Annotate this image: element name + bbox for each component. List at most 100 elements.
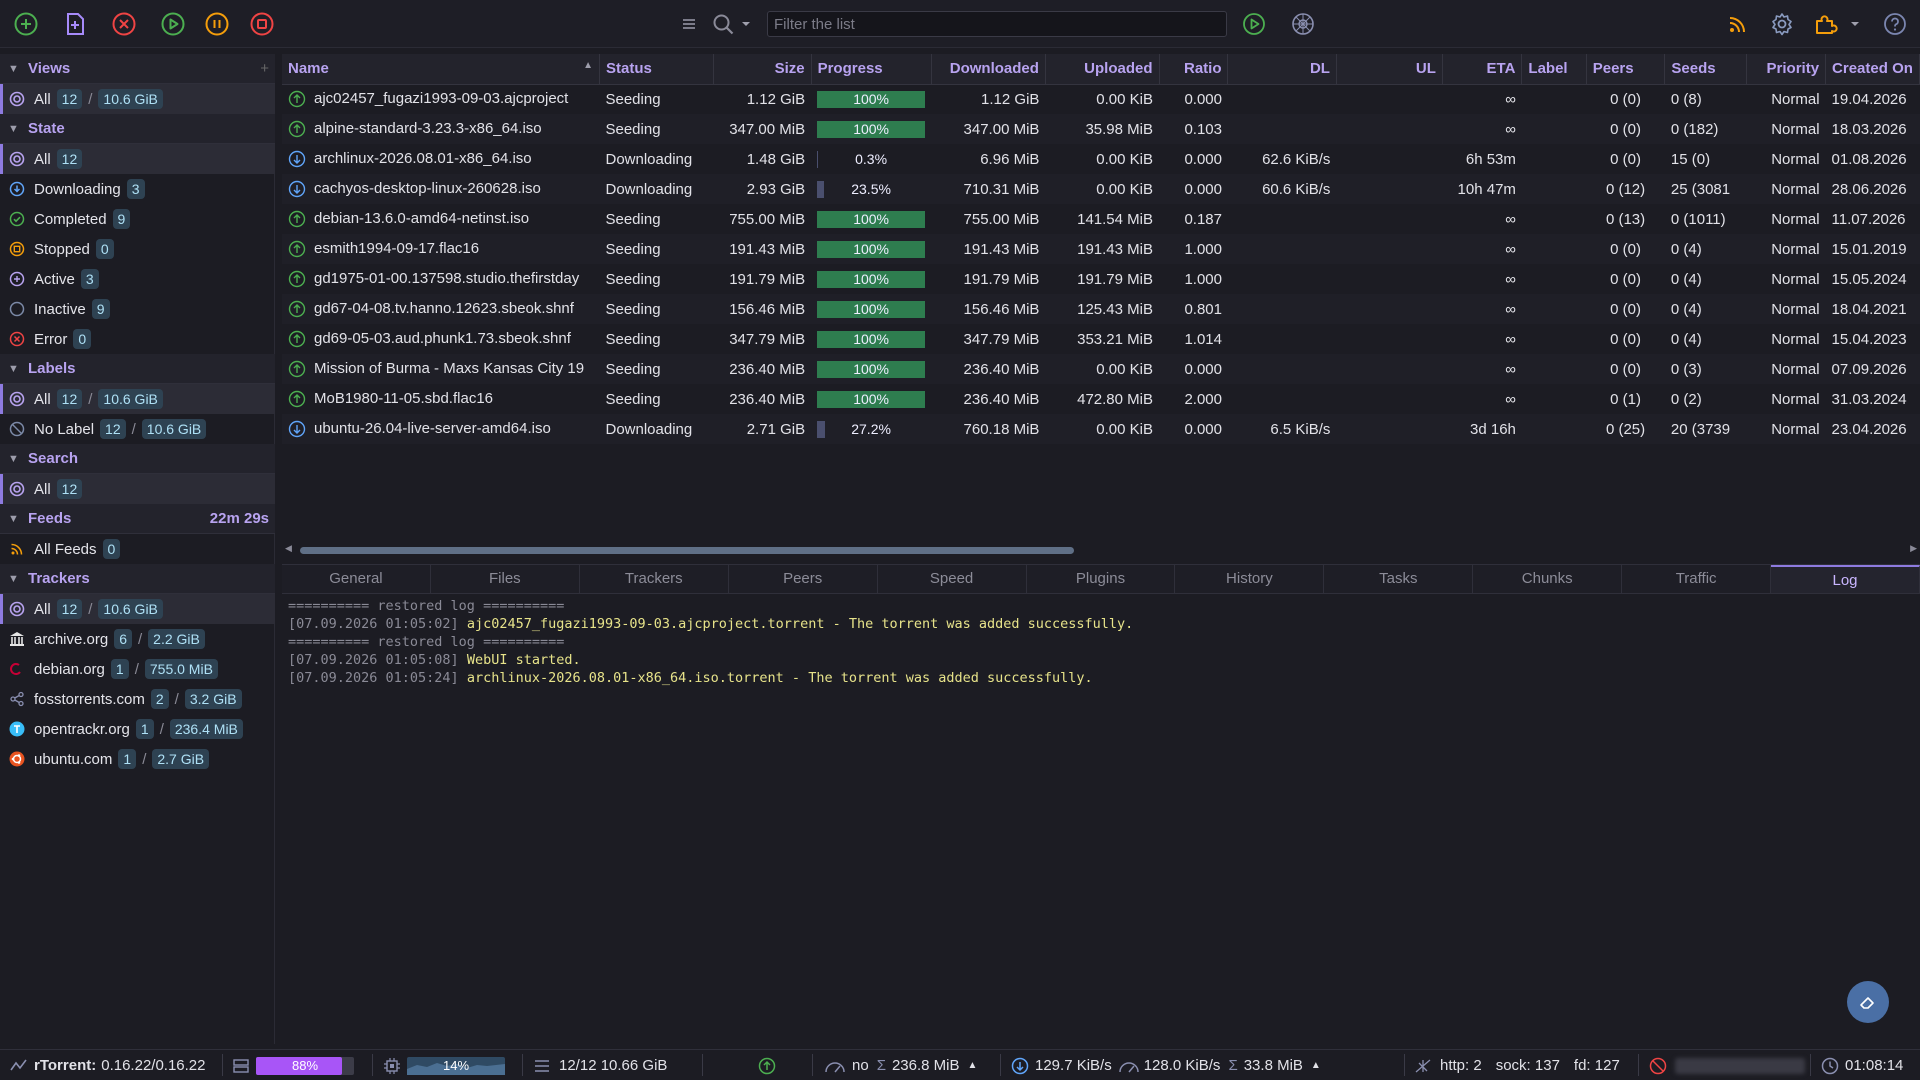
tab-peers[interactable]: Peers — [729, 565, 878, 593]
tab-files[interactable]: Files — [431, 565, 580, 593]
column-header-created-on[interactable]: Created On — [1825, 54, 1920, 85]
remove-button[interactable] — [110, 10, 138, 38]
sidebar-item-no-label[interactable]: No Label 12 / 10.6 GiB — [0, 414, 275, 444]
cell-ratio: 0.801 — [1159, 294, 1228, 324]
create-torrent-button[interactable] — [61, 10, 89, 38]
column-header-label[interactable]: Label — [1521, 54, 1587, 85]
column-header-ul[interactable]: UL — [1336, 54, 1443, 85]
start-button[interactable] — [159, 10, 187, 38]
sidebar-item-active[interactable]: Active 3 — [0, 264, 275, 294]
section-state[interactable]: ▼ State — [0, 114, 275, 144]
apply-filter-button[interactable] — [1240, 10, 1268, 38]
scroll-left-icon[interactable]: ◀ — [285, 543, 292, 554]
cell-dl: 6.5 KiB/s — [1227, 414, 1337, 444]
tab-trackers[interactable]: Trackers — [580, 565, 729, 593]
settings-button[interactable] — [1768, 10, 1796, 38]
sidebar-item-archive-org[interactable]: archive.org 6 / 2.2 GiB — [0, 624, 275, 654]
sidebar-item-views-all[interactable]: All 12 / 10.6 GiB — [0, 84, 275, 114]
sidebar-item-labels-all[interactable]: All 12 / 10.6 GiB — [0, 384, 275, 414]
search-button[interactable] — [709, 10, 737, 38]
cell-eta: ∞ — [1505, 330, 1516, 348]
table-row[interactable]: Mission of Burma - Maxs Kansas City 19 Se… — [282, 354, 1920, 384]
tab-general[interactable]: General — [282, 565, 431, 593]
tab-plugins[interactable]: Plugins — [1027, 565, 1176, 593]
table-row[interactable]: MoB1980-11-05.sbd.flac16 Seeding 236.40 Mi… — [282, 384, 1920, 414]
cell-progress: 100% — [811, 234, 932, 264]
sigma-icon: Σ — [1228, 1057, 1238, 1074]
network-button[interactable] — [1289, 10, 1317, 38]
table-row[interactable]: debian-13.6.0-amd64-netinst.iso Seeding 75… — [282, 204, 1920, 234]
column-header-size[interactable]: Size — [713, 54, 812, 85]
sidebar-item-fosstorrents[interactable]: fosstorrents.com 2 / 3.2 GiB — [0, 684, 275, 714]
sidebar-item-inactive[interactable]: Inactive 9 — [0, 294, 275, 324]
section-trackers[interactable]: ▼ Trackers — [0, 564, 275, 594]
section-views[interactable]: ▼ Views + — [0, 54, 275, 84]
sidebar-item-debian-org[interactable]: debian.org 1 / 755.0 MiB — [0, 654, 275, 684]
clear-log-button[interactable] — [1847, 981, 1889, 1023]
sidebar-item-downloading[interactable]: Downloading 3 — [0, 174, 275, 204]
table-row[interactable]: esmith1994-09-17.flac16 Seeding 191.43 MiB… — [282, 234, 1920, 264]
sidebar-item-search-all[interactable]: All 12 — [0, 474, 275, 504]
column-header-uploaded[interactable]: Uploaded — [1045, 54, 1160, 85]
tab-chunks[interactable]: Chunks — [1473, 565, 1623, 593]
search-mode-dropdown[interactable] — [737, 10, 755, 38]
table-row[interactable]: gd67-04-08.tv.hanno.12623.sbeok.shnf Seed… — [282, 294, 1920, 324]
scroll-right-icon[interactable]: ▶ — [1910, 543, 1917, 554]
filter-input[interactable] — [767, 11, 1227, 37]
section-feeds[interactable]: ▼ Feeds 22m 29s — [0, 504, 275, 534]
pause-button[interactable] — [203, 10, 231, 38]
column-header-peers[interactable]: Peers — [1586, 54, 1666, 85]
connection-status[interactable] — [758, 1050, 776, 1080]
stop-button[interactable] — [248, 10, 276, 38]
cell-peers: 0 (0) — [1586, 114, 1665, 144]
sidebar-item-opentrackr[interactable]: opentrackr.org 1 / 236.4 MiB — [0, 714, 275, 744]
column-header-status[interactable]: Status — [599, 54, 715, 85]
tab-log[interactable]: Log — [1771, 565, 1920, 593]
speed-totals[interactable]: 129.7 KiB/s 128.0 KiB/s Σ 33.8 MiB ▲ — [1011, 1050, 1321, 1080]
inactive-icon — [8, 300, 26, 318]
help-button[interactable] — [1881, 10, 1909, 38]
tab-traffic[interactable]: Traffic — [1622, 565, 1772, 593]
sidebar-item-ubuntu-com[interactable]: ubuntu.com 1 / 2.7 GiB — [0, 744, 275, 774]
column-header-name[interactable]: Name ▲ — [282, 54, 600, 85]
table-row[interactable]: cachyos-desktop-linux-260628.iso Download… — [282, 174, 1920, 204]
column-header-eta[interactable]: ETA — [1442, 54, 1523, 85]
section-labels[interactable]: ▼ Labels — [0, 354, 275, 384]
horizontal-scrollbar[interactable]: ◀ ▶ — [282, 543, 1920, 557]
table-row[interactable]: ajc02457_fugazi1993-09-03.ajcproject Seed… — [282, 84, 1920, 114]
menu-button[interactable] — [675, 10, 703, 38]
count-badge: 3 — [126, 179, 145, 199]
sidebar-item-error[interactable]: Error 0 — [0, 324, 275, 354]
section-search[interactable]: ▼ Search — [0, 444, 275, 474]
download-limit[interactable]: no Σ 236.8 MiB ▲ — [824, 1050, 977, 1080]
table-row[interactable]: alpine-standard-3.23.3-x86_64.iso Seeding… — [282, 114, 1920, 144]
cell-seeds: 20 (3739 — [1664, 414, 1747, 444]
sidebar-item-all-feeds[interactable]: All Feeds 0 — [0, 534, 275, 564]
cell-priority: Normal — [1771, 270, 1820, 288]
column-header-progress[interactable]: Progress — [811, 54, 932, 85]
sidebar-item-state-all[interactable]: All 12 — [0, 144, 275, 174]
cell-priority: Normal — [1746, 174, 1826, 204]
column-header-seeds[interactable]: Seeds — [1664, 54, 1747, 85]
sidebar-item-trackers-all[interactable]: All 12 / 10.6 GiB — [0, 594, 275, 624]
cell-ul — [1336, 84, 1442, 114]
add-view-icon[interactable]: + — [260, 60, 269, 77]
table-row[interactable]: gd69-05-03.aud.phunk1.73.sbeok.shnf Seedi… — [282, 324, 1920, 354]
plugins-button[interactable] — [1812, 10, 1840, 38]
plugins-dropdown[interactable] — [1848, 10, 1862, 38]
column-header-priority[interactable]: Priority — [1746, 54, 1827, 85]
rss-button[interactable] — [1724, 10, 1752, 38]
table-row[interactable]: gd1975-01-00.137598.studio.thefirstday Se… — [282, 264, 1920, 294]
scrollbar-thumb[interactable] — [300, 547, 1074, 554]
tab-tasks[interactable]: Tasks — [1324, 565, 1474, 593]
column-header-dl[interactable]: DL — [1227, 54, 1337, 85]
sidebar-item-stopped[interactable]: Stopped 0 — [0, 234, 275, 264]
sidebar-item-completed[interactable]: Completed 9 — [0, 204, 275, 234]
column-header-ratio[interactable]: Ratio — [1159, 54, 1229, 85]
column-header-downloaded[interactable]: Downloaded — [931, 54, 1046, 85]
add-torrent-button[interactable] — [12, 10, 40, 38]
table-row[interactable]: ubuntu-26.04-live-server-amd64.iso Downlo… — [282, 414, 1920, 444]
table-row[interactable]: archlinux-2026.08.01-x86_64.iso Downloadi… — [282, 144, 1920, 174]
tab-history[interactable]: History — [1175, 565, 1325, 593]
tab-speed[interactable]: Speed — [878, 565, 1027, 593]
